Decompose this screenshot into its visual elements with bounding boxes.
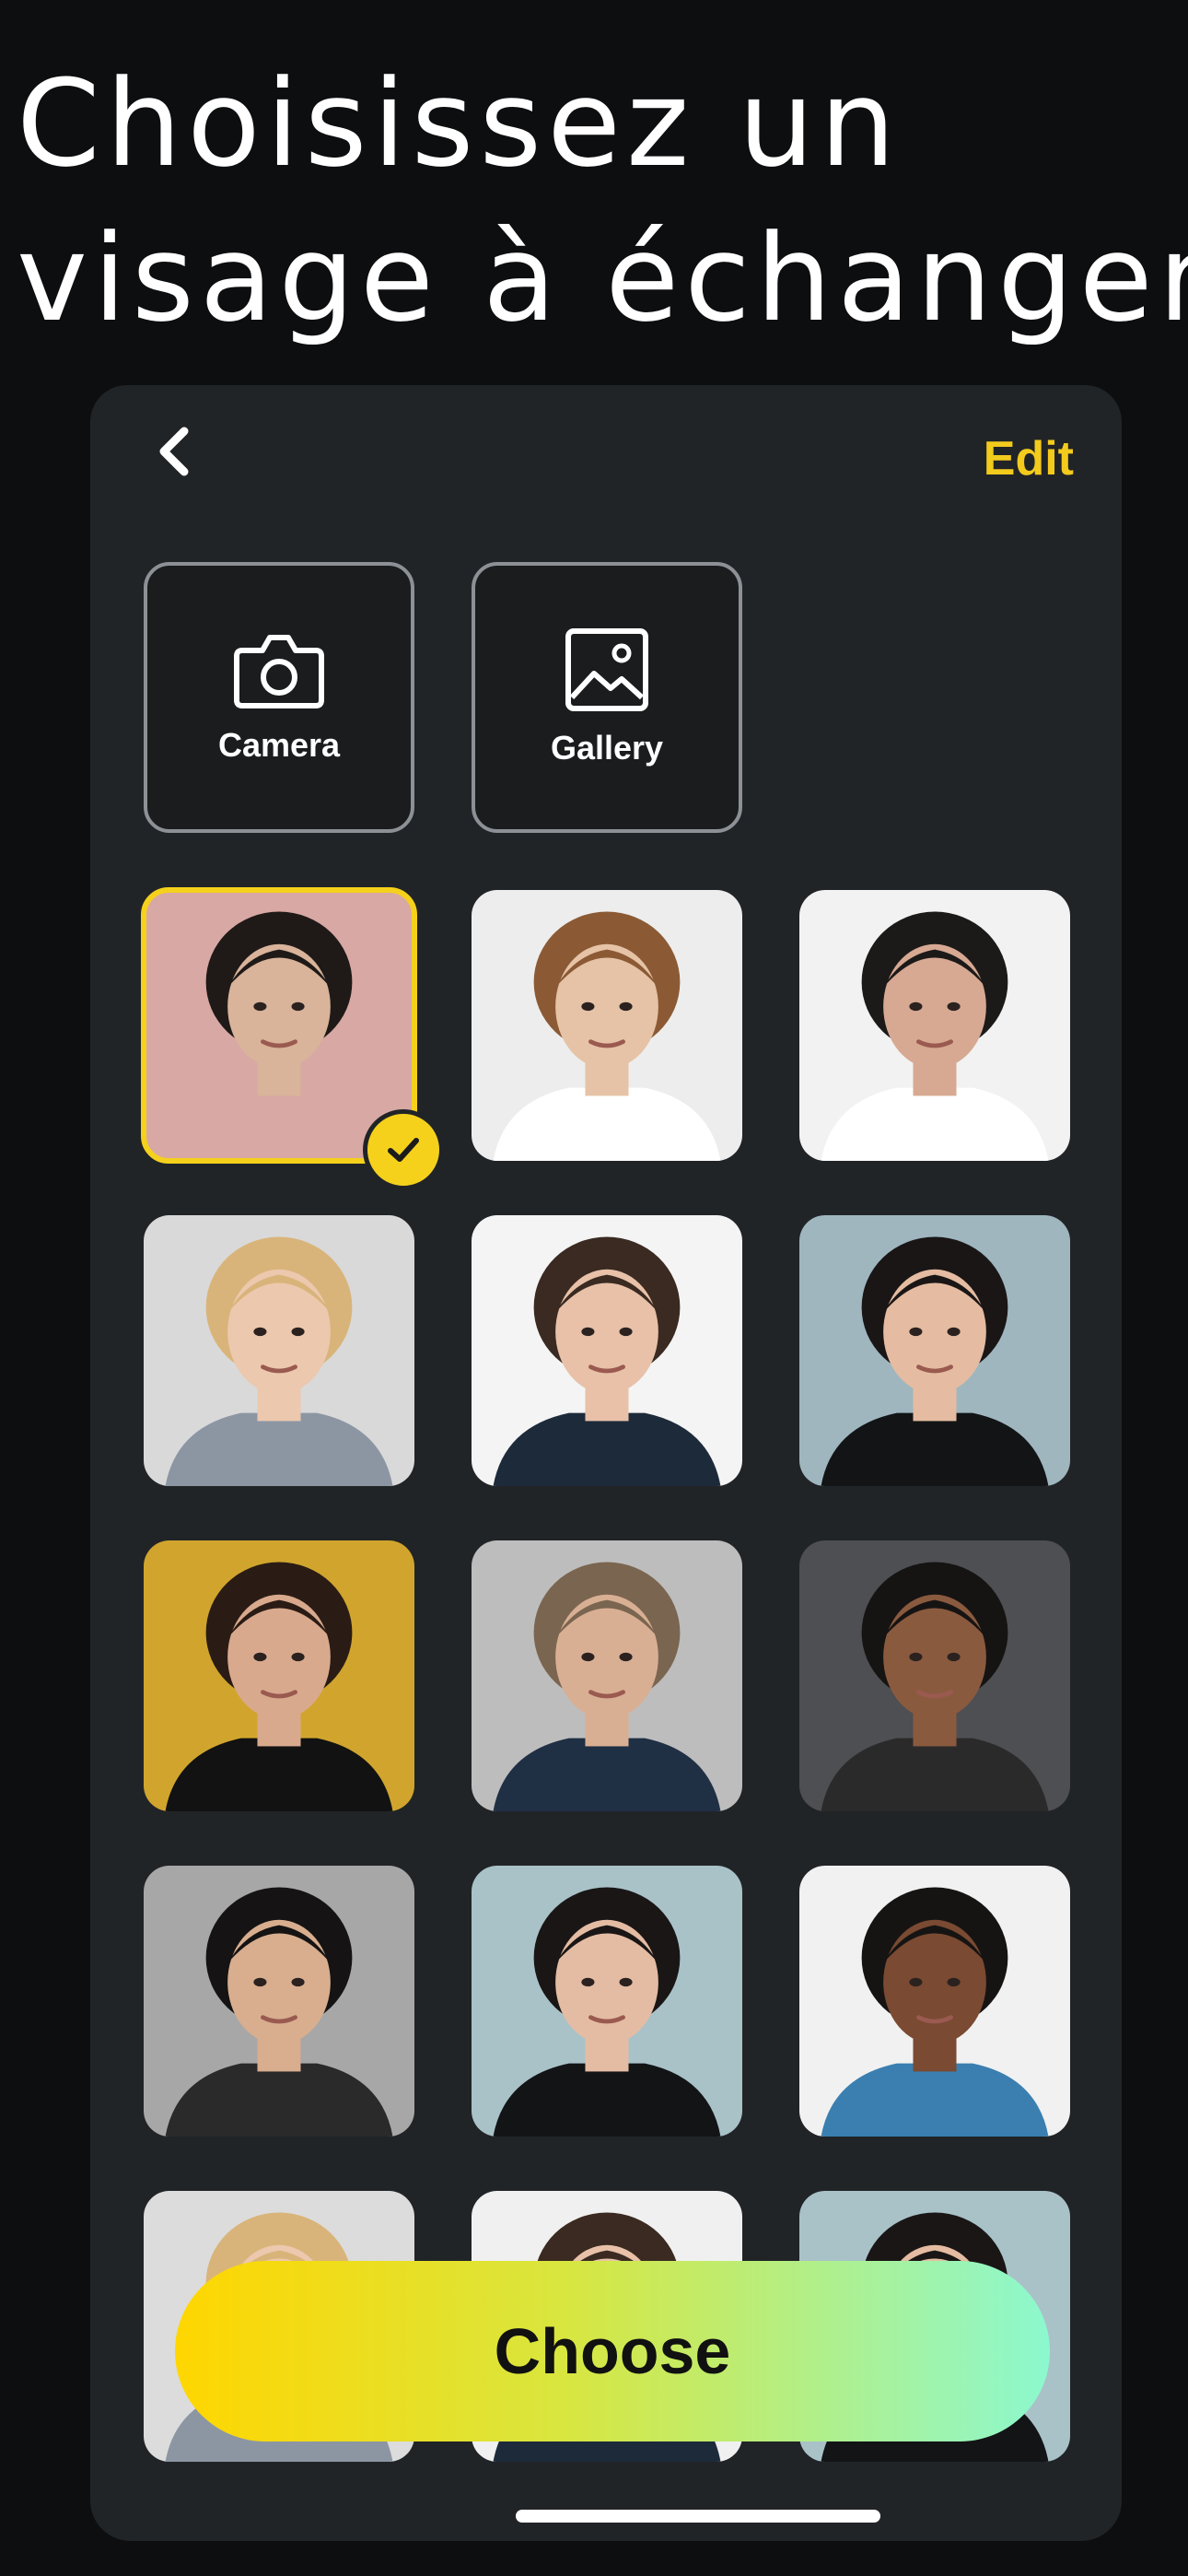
face-thumbnail[interactable] bbox=[472, 1540, 742, 1811]
image-icon bbox=[565, 628, 648, 711]
phone-screen: Edit Camera Gallery Choose bbox=[90, 385, 1122, 2541]
face-portrait-image bbox=[799, 1866, 1070, 2137]
face-portrait-image bbox=[799, 1215, 1070, 1486]
face-thumbnail[interactable] bbox=[472, 1215, 742, 1486]
face-thumbnail[interactable] bbox=[472, 890, 742, 1161]
face-thumbnail[interactable] bbox=[799, 1866, 1070, 2137]
face-thumbnail[interactable] bbox=[144, 1866, 414, 2137]
gallery-label: Gallery bbox=[550, 729, 664, 767]
gallery-button[interactable]: Gallery bbox=[472, 562, 742, 833]
back-button[interactable] bbox=[136, 415, 210, 488]
choose-button[interactable]: Choose bbox=[175, 2261, 1050, 2441]
camera-label: Camera bbox=[217, 726, 341, 764]
camera-icon bbox=[234, 635, 324, 708]
face-thumbnail[interactable] bbox=[144, 1215, 414, 1486]
home-indicator bbox=[516, 2510, 880, 2523]
face-thumbnail[interactable] bbox=[472, 1866, 742, 2137]
headline-line-2: visage à échanger bbox=[17, 208, 1188, 348]
face-portrait-image bbox=[472, 1540, 742, 1811]
headline-line-1: Choisissez un bbox=[17, 53, 902, 193]
face-thumbnail[interactable] bbox=[144, 1540, 414, 1811]
edit-button[interactable]: Edit bbox=[984, 413, 1074, 505]
face-thumbnail[interactable] bbox=[799, 1215, 1070, 1486]
face-thumbnail[interactable] bbox=[799, 890, 1070, 1161]
face-portrait-image bbox=[472, 1866, 742, 2137]
face-portrait-image bbox=[144, 1215, 414, 1486]
face-portrait-image bbox=[799, 890, 1070, 1161]
face-portrait-image bbox=[144, 1866, 414, 2137]
face-portrait-image bbox=[144, 1540, 414, 1811]
checkmark-icon bbox=[363, 1109, 444, 1190]
chevron-left-icon bbox=[159, 427, 189, 476]
face-portrait-image bbox=[472, 890, 742, 1161]
face-portrait-image bbox=[472, 1215, 742, 1486]
camera-button[interactable]: Camera bbox=[144, 562, 414, 833]
face-portrait-image bbox=[799, 1540, 1070, 1811]
page-headline: Choisissez un visage à échanger bbox=[17, 46, 1188, 356]
face-thumbnail[interactable] bbox=[799, 1540, 1070, 1811]
